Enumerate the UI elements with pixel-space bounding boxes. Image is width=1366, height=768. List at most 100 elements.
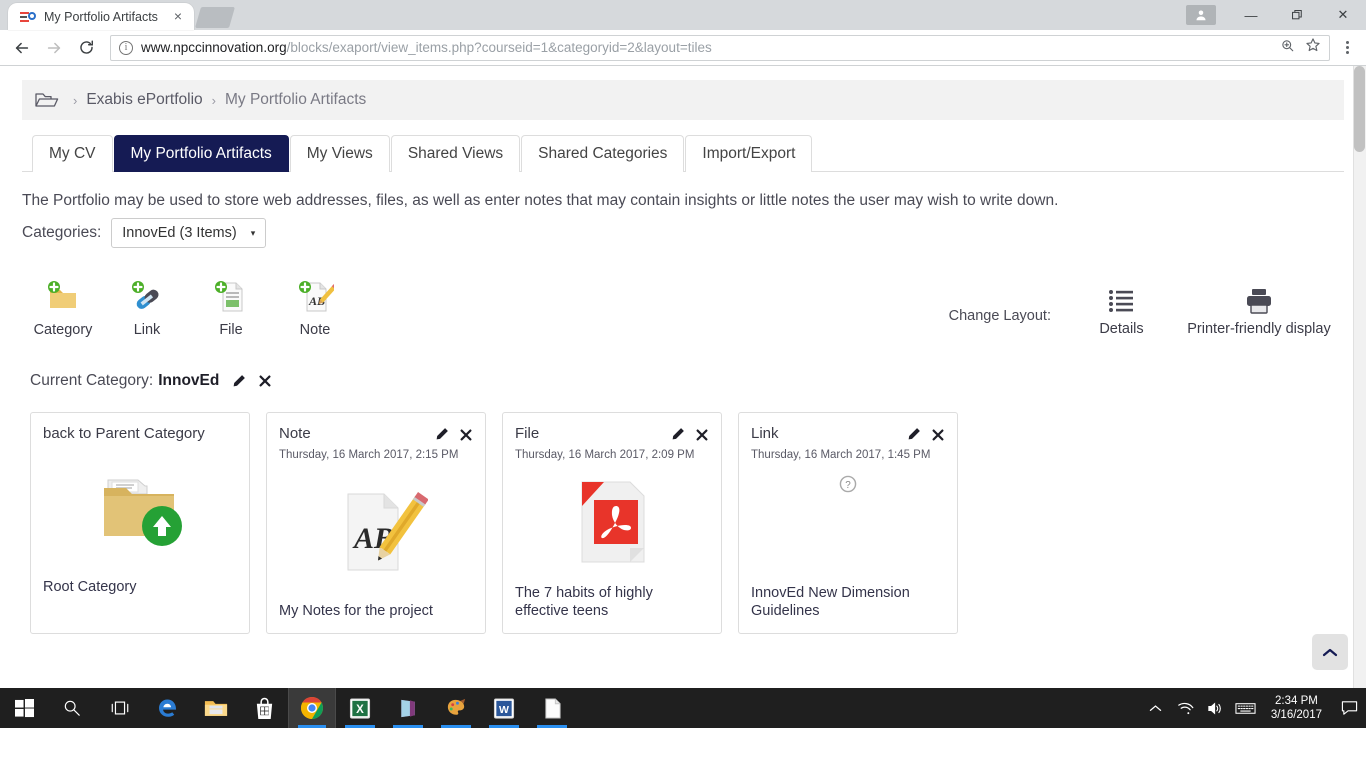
onenote-button[interactable] [384,688,432,728]
add-file-icon [200,276,262,318]
file-explorer-button[interactable] [192,688,240,728]
edit-item-icon[interactable] [434,427,449,447]
add-note-button[interactable]: AB Note [284,276,346,338]
address-bar[interactable]: i www.npccinnovation.org/blocks/exaport/… [110,34,1330,61]
start-button[interactable] [0,688,48,728]
wifi-icon[interactable] [1171,688,1201,728]
unknown-question-icon: ? [751,461,945,584]
taskbar-clock[interactable]: 2:34 PM 3/16/2017 [1261,694,1332,722]
tile-file[interactable]: File Thursday, 16 March 2017, 2:09 PM Th… [502,412,722,634]
tile-header: back to Parent Category [43,425,237,442]
browser-tab[interactable]: My Portfolio Artifacts × [8,3,194,30]
delete-category-icon[interactable] [258,374,272,388]
page-scrollbar[interactable] [1353,66,1366,728]
chrome-menu-button[interactable] [1336,41,1358,54]
zoom-icon[interactable] [1280,38,1295,58]
current-category-row: Current Category: InnovEd [22,372,1344,390]
chrome-button[interactable] [288,688,336,728]
tab-import-export[interactable]: Import/Export [685,135,813,172]
address-bar-url: www.npccinnovation.org/blocks/exaport/vi… [141,40,712,55]
edit-item-icon[interactable] [906,427,921,447]
tab-my-views[interactable]: My Views [289,135,390,172]
delete-item-icon[interactable] [695,428,709,447]
add-category-label: Category [33,322,93,338]
tab-my-portfolio-artifacts[interactable]: My Portfolio Artifacts [113,135,289,172]
tile-caption[interactable]: My Notes for the project [279,602,473,621]
categories-select[interactable]: InnovEd (3 Items) ▾ [111,218,267,248]
tile-back-to-parent[interactable]: back to Parent Category Root Category [30,412,250,634]
folder-up-icon [43,442,237,578]
current-category-prefix: Current Category: [30,372,154,389]
close-window-button[interactable]: ✕ [1320,0,1366,30]
printer-friendly-button[interactable]: Printer-friendly display [1174,284,1344,337]
show-hidden-icons-button[interactable] [1141,688,1171,728]
scroll-to-top-button[interactable] [1312,634,1348,670]
tile-caption[interactable]: Root Category [43,578,237,621]
tab-my-cv[interactable]: My CV [32,135,113,172]
add-category-button[interactable]: Category [32,276,94,338]
edge-button[interactable] [144,688,192,728]
tab-shared-categories[interactable]: Shared Categories [521,135,685,172]
artifact-tiles: back to Parent Category Root Category No… [22,412,1344,634]
pdf-file-icon [515,461,709,584]
minimize-button[interactable]: — [1228,0,1274,30]
url-domain: www.npccinnovation.org [141,40,287,55]
word-button[interactable]: W [480,688,528,728]
excel-button[interactable]: X [336,688,384,728]
scrollbar-thumb[interactable] [1354,66,1365,152]
keyboard-icon[interactable] [1231,688,1261,728]
breadcrumb-item-0[interactable]: Exabis ePortfolio [86,91,202,109]
tile-type-label: Note [279,425,311,442]
forward-button[interactable] [40,34,68,62]
tile-header: Note [279,425,473,447]
add-link-button[interactable]: Link [116,276,178,338]
page-content: › Exabis ePortfolio › My Portfolio Artif… [0,66,1366,728]
portfolio-tabs: My CV My Portfolio Artifacts My Views Sh… [22,134,1344,172]
tile-caption[interactable]: The 7 habits of highly effective teens [515,584,709,621]
delete-item-icon[interactable] [931,428,945,447]
task-view-button[interactable] [96,688,144,728]
windows-taskbar: X W 2:34 PM 3/16/2017 [0,688,1366,728]
edit-item-icon[interactable] [670,427,685,447]
clock-date: 3/16/2017 [1270,709,1322,721]
layout-details-label: Details [1099,321,1144,337]
new-tab-button[interactable] [194,7,236,28]
add-link-icon [116,276,178,318]
browser-toolbar: i www.npccinnovation.org/blocks/exaport/… [0,30,1366,66]
taskbar-active-underline [489,725,519,728]
window-controls: — ✕ [1186,0,1366,30]
speaker-icon[interactable] [1201,688,1231,728]
tile-type-label: File [515,425,540,442]
tab-close-icon[interactable]: × [170,9,186,25]
tile-type-label: back to Parent Category [43,425,205,442]
add-file-button[interactable]: File [200,276,262,338]
tile-link[interactable]: Link Thursday, 16 March 2017, 1:45 PM ? … [738,412,958,634]
edit-category-icon[interactable] [231,374,246,389]
paint-button[interactable] [432,688,480,728]
delete-item-icon[interactable] [459,428,473,447]
url-path: /blocks/exaport/view_items.php?courseid=… [286,40,712,55]
tile-date: Thursday, 16 March 2017, 2:15 PM [279,449,459,461]
add-link-label: Link [133,322,161,338]
tab-shared-views[interactable]: Shared Views [390,135,521,172]
tile-note[interactable]: Note Thursday, 16 March 2017, 2:15 PM AB… [266,412,486,634]
action-toolbar: Category Link File AB Note Change Layout… [22,276,1344,338]
tile-caption[interactable]: InnovEd New Dimension Guidelines [751,584,945,621]
profile-avatar-icon[interactable] [1186,5,1216,25]
bookmark-star-icon[interactable] [1305,37,1321,58]
tab-title: My Portfolio Artifacts [44,9,158,24]
notepad-button[interactable] [528,688,576,728]
svg-text:?: ? [845,480,851,491]
chevron-down-icon: ▾ [250,227,256,238]
store-button[interactable] [240,688,288,728]
tile-header: Link [751,425,945,447]
open-folder-icon [34,89,60,111]
reload-button[interactable] [72,34,100,62]
categories-row: Categories: InnovEd (3 Items) ▾ [22,218,1344,248]
layout-details-button[interactable]: Details [1069,284,1174,337]
back-button[interactable] [8,34,36,62]
search-button[interactable] [48,688,96,728]
site-info-icon[interactable]: i [119,40,133,55]
action-center-button[interactable] [1332,688,1366,728]
maximize-button[interactable] [1274,0,1320,30]
